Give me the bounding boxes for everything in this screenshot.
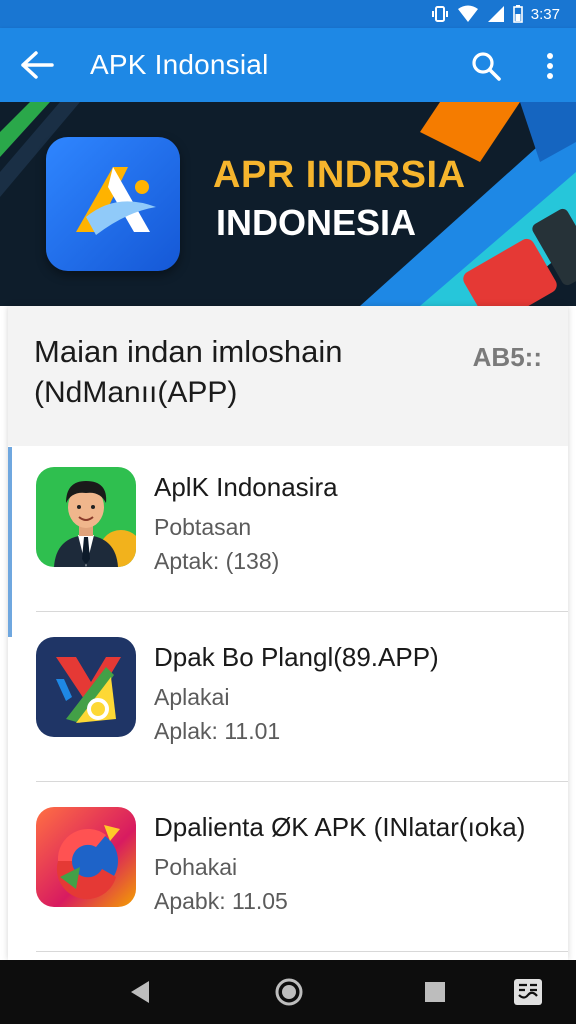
keyboard-switch-icon[interactable]: [512, 976, 544, 1008]
app-subtitle: Aplakai: [154, 684, 230, 710]
home-circle-icon[interactable]: [273, 976, 305, 1008]
status-time: 3:37: [530, 5, 560, 23]
list-header-subtitle: (NdManıı(APP): [34, 376, 238, 409]
app-meta: Aptak: (138): [154, 548, 280, 574]
banner-title: APR INDRSIA: [213, 154, 466, 196]
app-subtitle: Pobtasan: [154, 514, 252, 540]
app-name: Dpalienta ØK APK (INlatar(ıoka): [154, 812, 526, 842]
list-item-app-2[interactable]: Dpak Bo Plangl(89.APP) Aplakai Aplak: 11…: [8, 612, 568, 782]
app-icon-avatar: [36, 467, 136, 567]
app-icon-letter: [36, 637, 136, 737]
banner-app-logo: [46, 137, 180, 271]
app-icon-swirl: [36, 807, 136, 907]
list-item-app-3[interactable]: Dpalienta ØK APK (INlatar(ıoka) Pohakai …: [8, 782, 568, 952]
app-subtitle: Pohakai: [154, 854, 238, 880]
back-arrow-icon[interactable]: [20, 50, 54, 80]
battery-icon: [512, 5, 523, 23]
app-meta: Aplak: 11.01: [154, 718, 281, 744]
banner-subtitle: INDONESIA: [216, 202, 417, 243]
page-title: APK Indonsial: [90, 49, 269, 80]
status-bar: 3:37: [0, 0, 576, 28]
system-nav-bar: [0, 960, 576, 1024]
list-header: Maian indan imloshain (NdManıı(APP) AB5:…: [8, 306, 568, 446]
search-icon[interactable]: [470, 50, 502, 82]
vibrate-icon: [431, 6, 448, 22]
list-header-title: Maian indan imloshain: [34, 334, 343, 369]
divider: [36, 951, 568, 952]
featured-banner[interactable]: APR INDRSIA INDONESIA: [0, 102, 576, 306]
more-vert-icon[interactable]: [538, 50, 562, 82]
list-header-badge: AB5::: [472, 342, 542, 372]
back-triangle-icon[interactable]: [128, 976, 152, 1008]
list-item-app-1[interactable]: AplK Indonasira Pobtasan Aptak: (138): [8, 442, 568, 612]
app-name: AplK Indonasira: [154, 472, 338, 502]
app-meta: Apabk: 11.05: [154, 888, 288, 914]
app-bar: APK Indonsial: [0, 28, 576, 102]
signal-icon: [487, 6, 504, 22]
app-name: Dpak Bo Plangl(89.APP): [154, 642, 439, 672]
app-list-card: Maian indan imloshain (NdManıı(APP) AB5:…: [8, 306, 568, 960]
recents-square-icon[interactable]: [422, 976, 448, 1008]
wifi-icon: [457, 5, 478, 22]
